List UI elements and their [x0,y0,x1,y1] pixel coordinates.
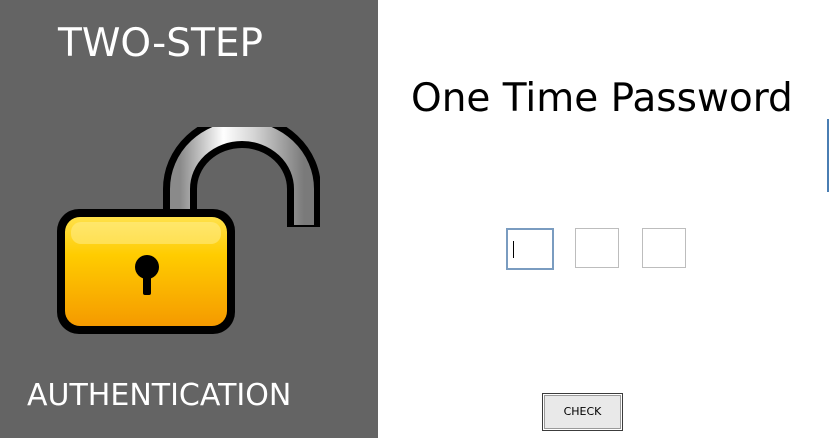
otp-form-panel: One Time Password CHECK [378,0,829,438]
brand-title-line1: TWO-STEP [58,21,263,66]
two-step-auth-window: TWO-STEP AUTHENTICATION One Time Passwor… [0,0,829,438]
otp-digit-3-input[interactable] [642,228,686,268]
open-padlock-icon [57,127,320,334]
text-caret [513,241,514,258]
brand-title-line2: AUTHENTICATION [27,378,292,413]
otp-digit-2-input[interactable] [575,228,619,268]
branding-panel: TWO-STEP AUTHENTICATION [0,0,378,438]
check-button[interactable]: CHECK [542,393,623,431]
page-title: One Time Password [411,76,793,121]
